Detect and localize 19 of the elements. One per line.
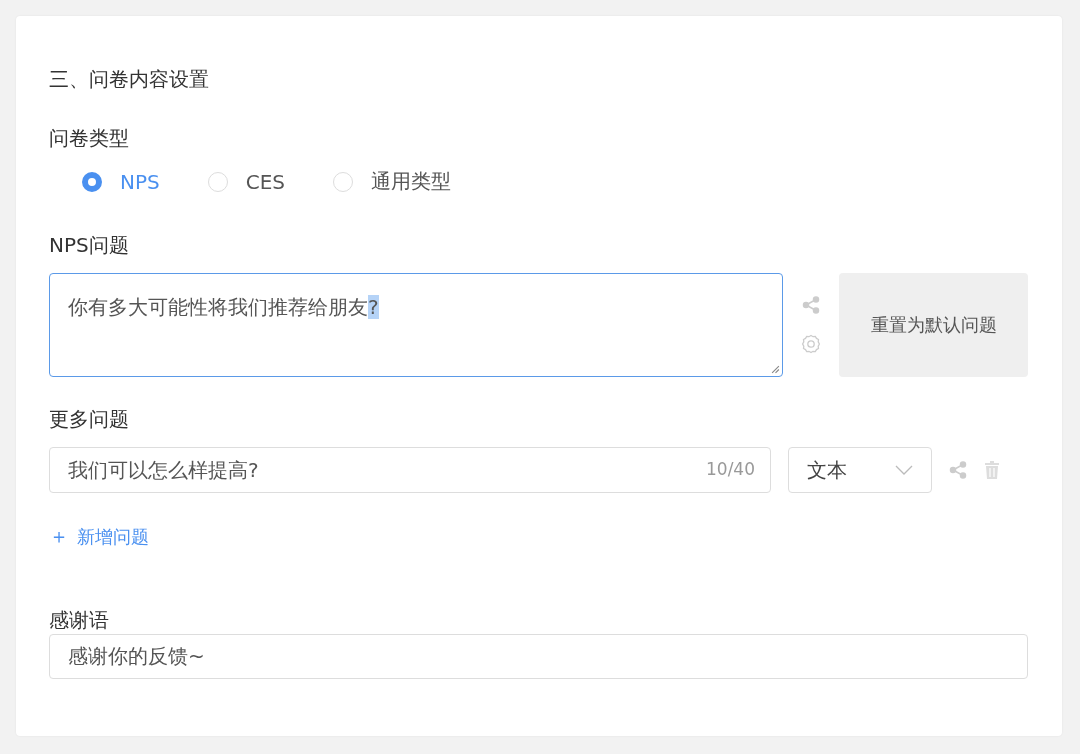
char-counter: 10/40	[706, 459, 755, 479]
field-label: NPS问题	[49, 232, 129, 259]
question-textarea[interactable]: 你有多大可能性将我们推荐给朋友?	[49, 273, 783, 377]
reset-button[interactable]: 重置为默认问题	[839, 273, 1028, 377]
thanks-input[interactable]: 感谢你的反馈~	[49, 634, 1028, 679]
share-icon[interactable]	[949, 461, 967, 479]
field-label: 问卷类型	[49, 125, 129, 152]
type-dropdown[interactable]: 文本	[788, 447, 932, 493]
radio-option[interactable]: CES	[207, 168, 285, 195]
settings-icon[interactable]	[801, 334, 821, 354]
radio-button[interactable]	[82, 171, 102, 192]
share-icon[interactable]	[802, 296, 820, 314]
chevron-down-icon	[895, 465, 913, 475]
trash-icon[interactable]	[984, 460, 1000, 480]
resize-handle-icon[interactable]	[771, 365, 780, 374]
field-label: 感谢语	[49, 607, 109, 634]
radio-option[interactable]: 通用类型	[333, 168, 451, 195]
section-title: 三、问卷内容设置	[49, 66, 209, 93]
field-label: 更多问题	[49, 406, 129, 433]
